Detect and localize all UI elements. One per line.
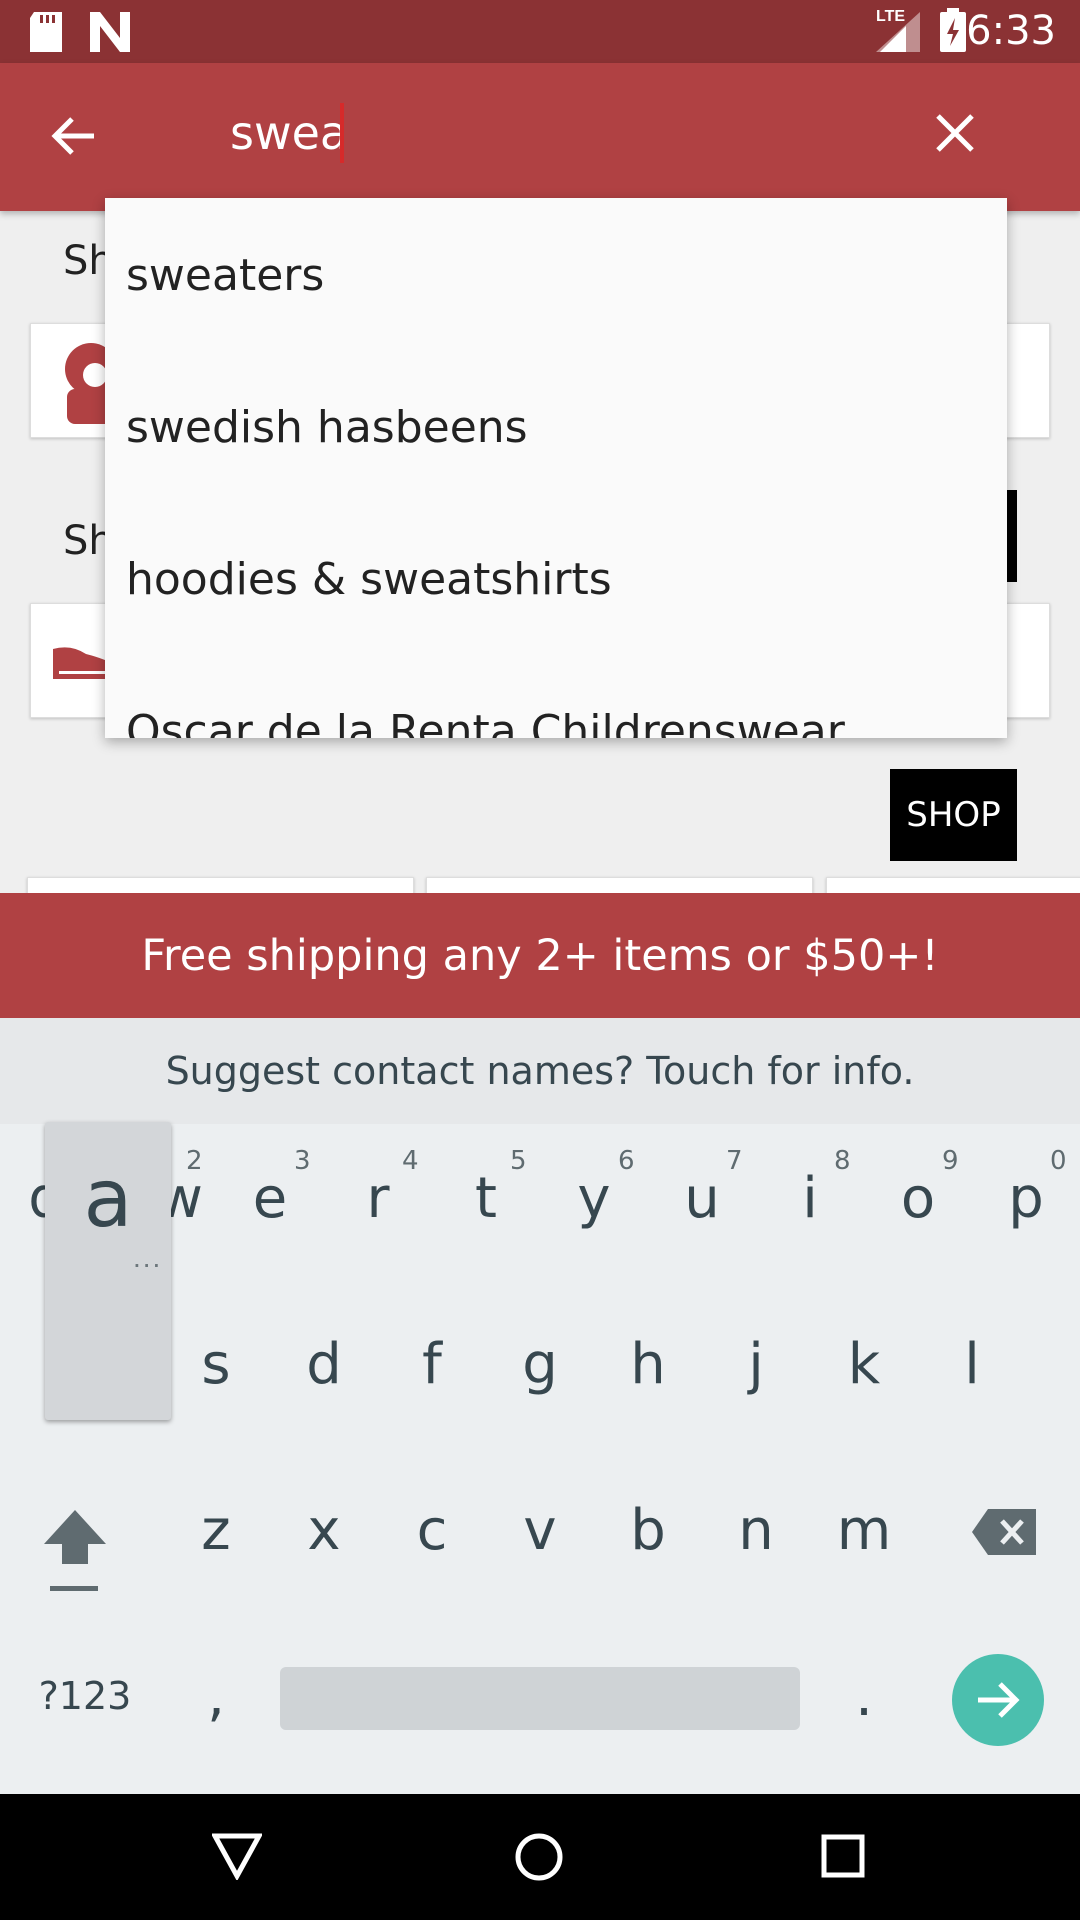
more-keys-indicator: ... — [133, 1242, 163, 1273]
battery-charging-icon — [940, 8, 966, 52]
backspace-icon[interactable] — [972, 1509, 1036, 1555]
navigation-bar — [0, 1794, 1080, 1920]
suggestion-item[interactable]: sweaters — [126, 250, 324, 301]
key-hint: 5 — [510, 1146, 527, 1176]
back-arrow-icon[interactable] — [50, 113, 96, 159]
key-hint: 6 — [618, 1146, 635, 1176]
suggestion-item[interactable]: hoodies & sweatshirts — [126, 554, 612, 605]
key-n[interactable]: n — [706, 1498, 806, 1563]
key-v[interactable]: v — [490, 1498, 590, 1563]
shop-button[interactable]: SHOP — [890, 769, 1017, 861]
key-popup: a ... — [45, 1122, 171, 1420]
arrow-right-icon — [978, 1682, 1020, 1718]
key-hint: 2 — [186, 1146, 203, 1176]
key-hint: 9 — [942, 1146, 959, 1176]
popup-letter: a — [83, 1152, 133, 1245]
promo-banner[interactable]: Free shipping any 2+ items or $50+! — [0, 893, 1080, 1018]
suggestion-item[interactable]: Oscar de la Renta Childrenswear — [126, 706, 845, 738]
sd-card-icon — [30, 12, 62, 52]
key-c[interactable]: c — [382, 1498, 482, 1563]
search-app-bar — [0, 63, 1080, 211]
key-l[interactable]: l — [922, 1332, 1022, 1397]
period-key[interactable]: . — [814, 1664, 914, 1729]
clear-search-icon[interactable] — [935, 113, 975, 153]
n-notification-icon — [90, 12, 130, 52]
shift-icon[interactable] — [42, 1508, 108, 1594]
spacebar[interactable] — [280, 1667, 800, 1730]
clock: 6:33 — [966, 8, 1056, 54]
key-hint: 7 — [726, 1146, 743, 1176]
search-input[interactable] — [230, 103, 870, 163]
back-nav-icon[interactable] — [212, 1832, 262, 1880]
keyboard-suggestion-strip[interactable]: Suggest contact names? Touch for info. — [0, 1018, 1080, 1125]
autocomplete-dropdown: sweaters swedish hasbeens hoodies & swea… — [105, 198, 1007, 738]
key-k[interactable]: k — [814, 1332, 914, 1397]
recents-nav-icon[interactable] — [821, 1834, 865, 1878]
enter-button[interactable] — [952, 1654, 1044, 1746]
key-hint: 8 — [834, 1146, 851, 1176]
key-h[interactable]: h — [598, 1332, 698, 1397]
key-m[interactable]: m — [814, 1498, 914, 1563]
key-s[interactable]: s — [166, 1332, 266, 1397]
signal-icon — [876, 12, 920, 52]
key-j[interactable]: j — [706, 1332, 806, 1397]
key-b[interactable]: b — [598, 1498, 698, 1563]
key-hint: 4 — [402, 1146, 419, 1176]
status-bar: LTE 6:33 — [0, 0, 1080, 63]
key-hint: 3 — [294, 1146, 311, 1176]
comma-key[interactable]: , — [166, 1664, 266, 1729]
key-f[interactable]: f — [382, 1332, 482, 1397]
suggestion-item[interactable]: swedish hasbeens — [126, 402, 528, 453]
key-g[interactable]: g — [490, 1332, 590, 1397]
home-nav-icon[interactable] — [514, 1832, 564, 1882]
key-hint: 0 — [1050, 1146, 1067, 1176]
symbols-key[interactable]: ?123 — [30, 1674, 140, 1718]
key-d[interactable]: d — [274, 1332, 374, 1397]
key-z[interactable]: z — [166, 1498, 266, 1563]
key-x[interactable]: x — [274, 1498, 374, 1563]
text-cursor — [340, 103, 344, 163]
